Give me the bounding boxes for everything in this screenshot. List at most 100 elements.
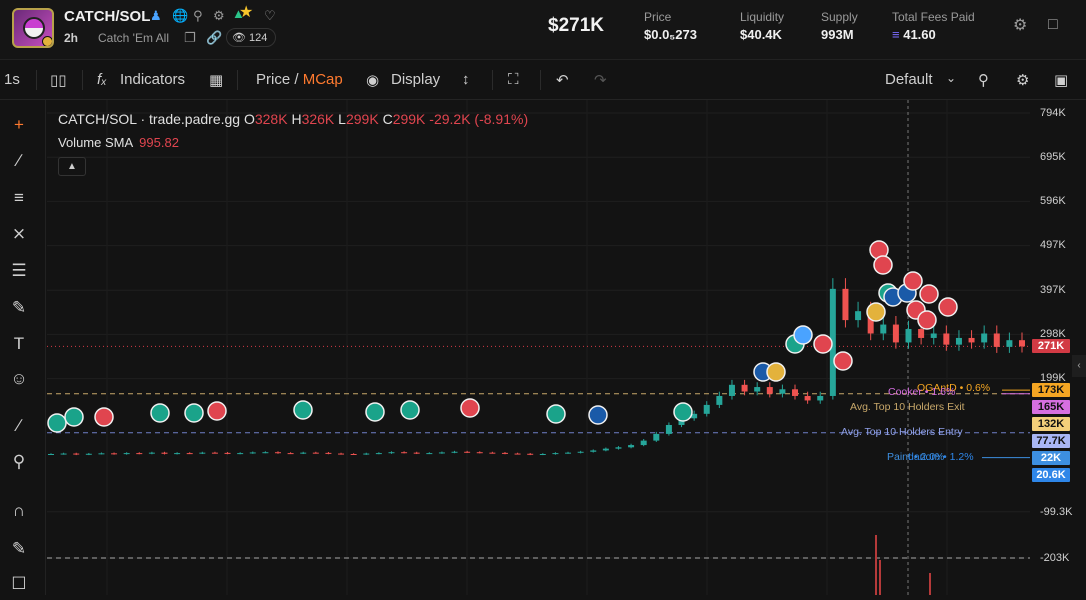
display-button[interactable]: Display	[391, 71, 440, 88]
bell-icon[interactable]: ♡	[264, 9, 276, 23]
axis-tick: 596K	[1040, 195, 1066, 207]
price-option[interactable]: Price	[256, 71, 290, 88]
camera-icon[interactable]: ▣	[1054, 71, 1068, 89]
market-cap-value: $271K	[548, 15, 604, 36]
axis-tick: 397K	[1040, 284, 1066, 296]
window-icon[interactable]: □	[1048, 17, 1058, 33]
user-icon[interactable]: ♟	[150, 9, 162, 23]
candle-body	[628, 445, 635, 448]
candle-body	[716, 395, 723, 405]
candle-body	[993, 333, 1000, 347]
star-icon[interactable]: ★	[239, 5, 253, 21]
watchers-value: 124	[249, 32, 268, 44]
trendline-icon[interactable]: ∕	[8, 150, 30, 172]
trader-marker	[400, 400, 420, 420]
candle-body	[476, 452, 483, 454]
paint-price-tag: 22K	[1032, 451, 1070, 465]
text-icon[interactable]: T	[8, 333, 30, 355]
danom-price-tag: 20.6K	[1032, 468, 1070, 482]
stat-value: $40.4K	[740, 27, 782, 42]
candle-body	[85, 453, 92, 455]
fullscreen-icon[interactable]: ⛶	[508, 71, 519, 88]
candle-body	[703, 404, 710, 414]
link-icon[interactable]: 🔗	[206, 31, 222, 45]
stat-supply: Supply 993M	[821, 10, 858, 42]
candle-body	[325, 452, 332, 454]
pattern-icon[interactable]: ⨯	[8, 223, 30, 245]
settings-icon[interactable]: ⚙	[213, 9, 225, 23]
solana-icon: ≡	[892, 27, 900, 42]
stat-label: Supply	[821, 10, 858, 24]
candle-body	[312, 452, 319, 454]
pencil-lock-icon[interactable]: ✎	[8, 538, 30, 560]
trader-marker	[546, 404, 566, 424]
horizontal-lines-icon[interactable]: ≡	[8, 187, 30, 209]
candle-body	[728, 384, 735, 396]
candle-body	[968, 337, 975, 343]
axis-tick: 497K	[1040, 239, 1066, 251]
price-axis[interactable]: 794K 695K 596K 497K 397K 298K 199K -99.3…	[1030, 100, 1086, 595]
emoji-icon[interactable]: ☺	[8, 368, 30, 390]
stat-label: Price	[644, 10, 672, 24]
low-label: L	[338, 111, 346, 127]
candle-body	[464, 451, 471, 453]
search-icon[interactable]: ⚲	[978, 71, 989, 89]
ruler-icon[interactable]: ∕	[8, 415, 30, 437]
candle-body	[943, 333, 950, 345]
trader-marker	[766, 362, 786, 382]
magnet-icon[interactable]: ∩	[8, 500, 30, 522]
brush-icon[interactable]: ✎	[8, 297, 30, 319]
search-icon[interactable]: ⚲	[193, 9, 203, 23]
crosshair-icon[interactable]: +	[8, 114, 30, 136]
candle-body	[918, 329, 925, 338]
trader-marker	[184, 403, 204, 423]
collapse-legend-button[interactable]: ▲	[58, 157, 86, 176]
sliders-icon[interactable]: ↕	[462, 71, 470, 88]
redo-icon[interactable]: ↷	[594, 71, 607, 89]
price-mcap-toggle[interactable]: Price / MCap	[256, 71, 343, 88]
danom-line-label: danom • 1.2%	[908, 451, 974, 463]
lock-icon[interactable]: ☐	[8, 573, 30, 595]
candle-body	[274, 452, 281, 454]
candle-body	[817, 395, 824, 401]
copy-icon[interactable]: ❐	[184, 31, 196, 45]
trader-marker	[150, 403, 170, 423]
trader-marker	[207, 401, 227, 421]
indicators-button[interactable]: Indicators	[120, 71, 185, 88]
stat-liquidity: Liquidity $40.4K	[740, 10, 784, 42]
gear-icon[interactable]: ⚙	[1013, 18, 1027, 34]
candle-body	[892, 324, 899, 343]
interval-select[interactable]: 1s	[4, 71, 20, 88]
token-age: 2h	[64, 31, 79, 45]
zoom-icon[interactable]: ⚲	[8, 451, 30, 473]
chart-area[interactable]	[47, 100, 1030, 595]
volume-label: Volume SMA	[58, 135, 134, 150]
chevron-left-icon[interactable]: ‹	[1072, 355, 1086, 377]
trader-marker	[588, 405, 608, 425]
candle-body	[60, 453, 67, 455]
candle-body	[123, 453, 130, 455]
candles-icon[interactable]: ▯▯	[50, 71, 67, 89]
globe-icon[interactable]: 🌐	[172, 9, 188, 23]
trader-marker	[873, 255, 893, 275]
stat-price: Price $0.0₅273	[644, 10, 697, 42]
trader-marker	[64, 407, 84, 427]
drawing-toolbar: + ∕ ≡ ⨯ ☰ ✎ T ☺ ∕ ⚲ ∩ ✎ ☐	[0, 100, 46, 595]
settings-icon[interactable]: ⚙	[1016, 71, 1029, 89]
candle-body	[792, 389, 799, 396]
layouts-icon[interactable]: ▦	[209, 71, 223, 89]
layout-select[interactable]: Default	[885, 71, 933, 88]
candle-body	[363, 453, 370, 455]
eye-icon[interactable]: ◉	[366, 71, 379, 89]
price-chart[interactable]	[47, 100, 1030, 595]
oganid-price-tag: 173K	[1032, 383, 1070, 397]
high-label: H	[291, 111, 302, 127]
chevron-down-icon[interactable]: ⌄	[946, 71, 956, 85]
mcap-option[interactable]: MCap	[303, 71, 343, 88]
candle-body	[501, 452, 508, 454]
token-logo[interactable]	[12, 8, 54, 48]
undo-icon[interactable]: ↶	[556, 71, 569, 89]
function-icon[interactable]: fₓ	[97, 71, 107, 88]
low-value: 299K	[345, 111, 379, 127]
fib-icon[interactable]: ☰	[8, 260, 30, 282]
